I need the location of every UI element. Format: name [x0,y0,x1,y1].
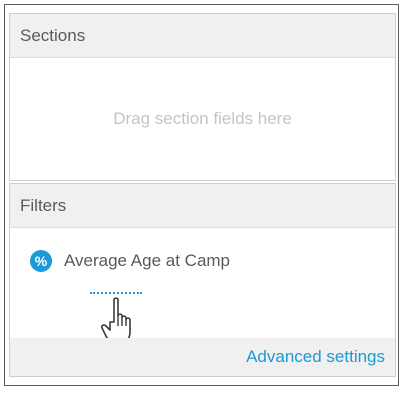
advanced-settings-link[interactable]: Advanced settings [246,347,385,367]
report-builder-frame: Sections Drag section fields here Filter… [4,4,399,386]
filters-footer: Advanced settings [10,338,395,376]
sections-header: Sections [10,14,395,58]
filters-panel: Filters % Average Age at Camp Advanced s… [9,183,396,377]
filter-field-label: Average Age at Camp [64,251,231,270]
sections-dropzone[interactable]: Drag section fields here [10,58,395,180]
percent-icon: % [30,250,52,272]
sections-panel: Sections Drag section fields here [9,13,396,181]
drag-indicator [90,292,142,294]
sections-dropzone-placeholder: Drag section fields here [113,109,292,128]
filters-header: Filters [10,184,395,228]
filter-field-average-age[interactable]: % Average Age at Camp [30,250,230,272]
